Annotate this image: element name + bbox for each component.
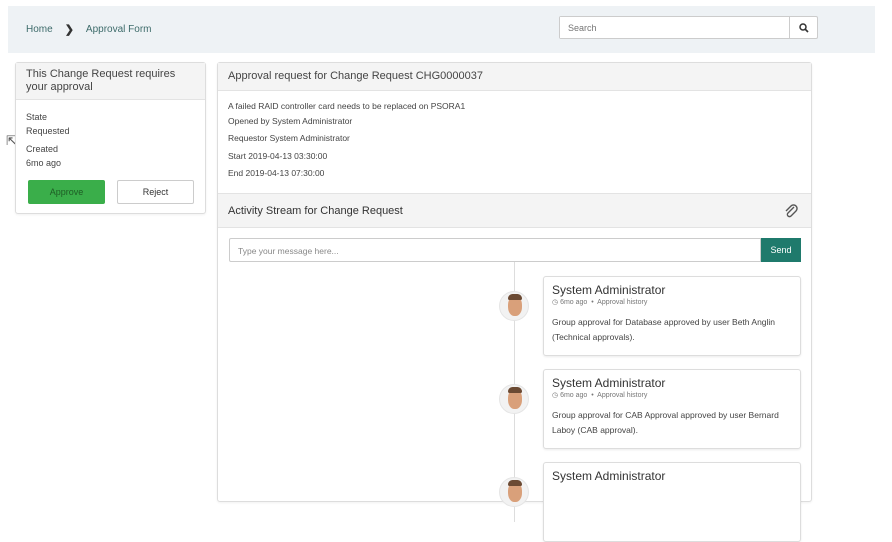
- clock-icon: ◷: [552, 392, 559, 399]
- entry-author: System Administrator: [552, 283, 666, 297]
- activity-entry: System Administrator ◷ 6mo ago • Approva…: [543, 276, 801, 356]
- activity-header: Activity Stream for Change Request: [218, 193, 811, 228]
- end-time: End 2019-04-13 07:30:00: [228, 168, 325, 178]
- approve-button[interactable]: Approve: [28, 180, 105, 204]
- entry-time: 6mo ago: [560, 392, 588, 399]
- state-label: State: [26, 112, 48, 122]
- entry-time: 6mo ago: [560, 299, 588, 306]
- activity-entry: System Administrator ◷ 6mo ago • Approva…: [543, 369, 801, 449]
- clock-icon: ◷: [552, 299, 559, 306]
- header-bar: Home ❯ Approval Form: [8, 6, 875, 53]
- paperclip-icon[interactable]: [783, 203, 799, 219]
- reject-button[interactable]: Reject: [117, 180, 194, 204]
- opened-by: Opened by System Administrator: [228, 116, 353, 126]
- search-icon: [798, 22, 809, 33]
- chevron-right-icon: ❯: [64, 24, 74, 36]
- search-input[interactable]: [560, 17, 788, 38]
- state-value: Requested: [26, 126, 70, 136]
- entry-author: System Administrator: [552, 469, 666, 483]
- created-label: Created: [26, 144, 59, 154]
- entry-type: Approval history: [597, 392, 648, 399]
- request-description: A failed RAID controller card needs to b…: [228, 101, 466, 111]
- entry-text: Group approval for CAB Approval approved…: [552, 410, 779, 435]
- search-button[interactable]: [789, 17, 817, 38]
- search-box: [559, 16, 818, 39]
- request-panel: Approval request for Change Request CHG0…: [217, 62, 812, 542]
- breadcrumb-home[interactable]: Home: [26, 24, 53, 35]
- breadcrumb-current[interactable]: Approval Form: [86, 24, 152, 35]
- entry-author: System Administrator: [552, 376, 666, 390]
- send-button[interactable]: Send: [761, 238, 801, 262]
- requestor: Requestor System Administrator: [228, 133, 350, 143]
- avatar: [499, 384, 529, 414]
- avatar: [499, 291, 529, 321]
- request-title: Approval request for Change Request CHG0…: [218, 63, 811, 91]
- approval-card-title: This Change Request requires your approv…: [16, 63, 205, 100]
- breadcrumb: Home ❯ Approval Form: [26, 23, 151, 36]
- avatar: [499, 477, 529, 507]
- message-input[interactable]: Type your message here...: [229, 238, 761, 262]
- entry-text: Group approval for Database approved by …: [552, 317, 776, 342]
- activity-entry: System Administrator: [543, 462, 801, 542]
- entry-type: Approval history: [597, 299, 648, 306]
- created-value: 6mo ago: [26, 158, 62, 168]
- approval-card: This Change Request requires your approv…: [15, 62, 206, 214]
- activity-title: Activity Stream for Change Request: [228, 205, 403, 217]
- start-time: Start 2019-04-13 03:30:00: [228, 151, 328, 161]
